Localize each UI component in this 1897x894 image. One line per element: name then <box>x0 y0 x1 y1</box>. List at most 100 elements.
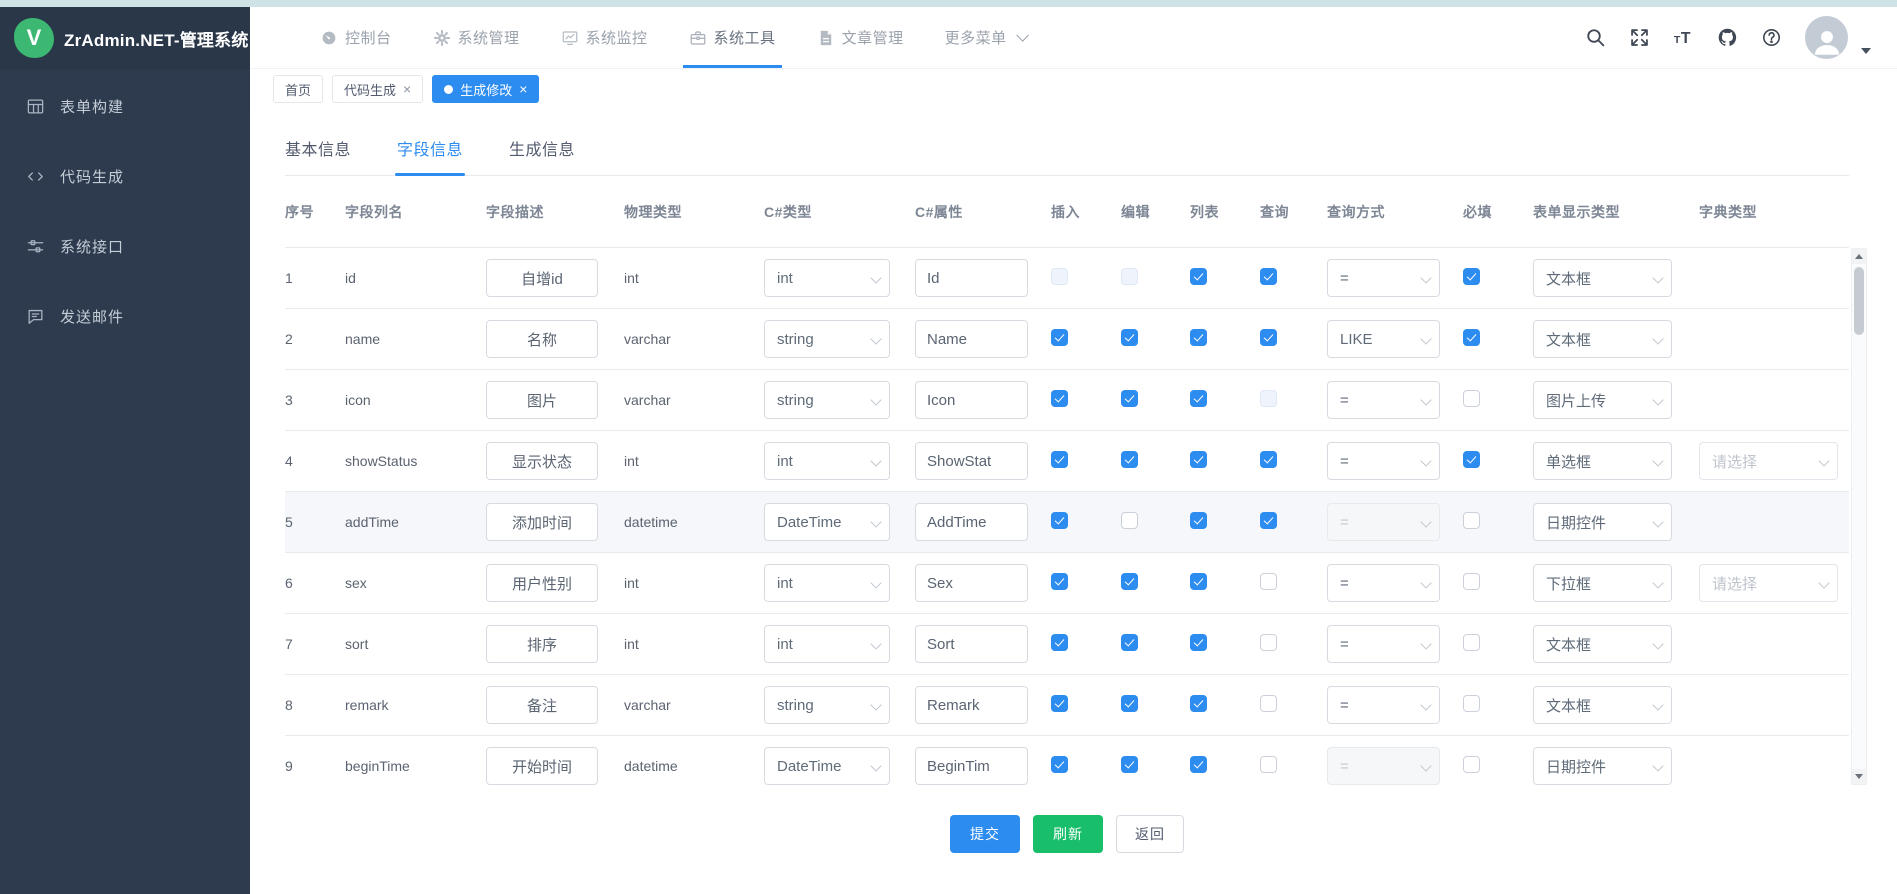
topnav-item-dashboard[interactable]: 控制台 <box>320 7 392 68</box>
query-mode-select[interactable]: = <box>1327 686 1440 724</box>
required-checkbox[interactable] <box>1463 634 1480 651</box>
fontsize-icon[interactable]: TT <box>1673 27 1694 48</box>
display-type-select[interactable]: 日期控件 <box>1533 747 1672 785</box>
list-checkbox[interactable] <box>1190 695 1207 712</box>
dict-type-select[interactable]: 请选择 <box>1699 564 1838 602</box>
list-checkbox[interactable] <box>1190 451 1207 468</box>
cs-property-input[interactable] <box>915 503 1028 541</box>
list-checkbox[interactable] <box>1190 512 1207 529</box>
edit-checkbox[interactable] <box>1121 329 1138 346</box>
field-desc-input[interactable] <box>486 381 598 419</box>
list-checkbox[interactable] <box>1190 756 1207 773</box>
field-desc-input[interactable] <box>486 259 598 297</box>
cs-type-select[interactable]: int <box>764 625 890 663</box>
required-checkbox[interactable] <box>1463 329 1480 346</box>
cs-property-input[interactable] <box>915 625 1028 663</box>
github-icon[interactable] <box>1717 27 1738 48</box>
cs-property-input[interactable] <box>915 564 1028 602</box>
display-type-select[interactable]: 文本框 <box>1533 320 1672 358</box>
tag-close-icon[interactable]: × <box>519 82 527 96</box>
tab-gen-info[interactable]: 生成信息 <box>509 136 575 175</box>
sidebar-item-form-builder[interactable]: 表单构建 <box>0 71 250 141</box>
field-desc-input[interactable] <box>486 442 598 480</box>
query-checkbox[interactable] <box>1260 573 1277 590</box>
topnav-item-system-manage[interactable]: 系统管理 <box>433 7 520 68</box>
insert-checkbox[interactable] <box>1051 695 1068 712</box>
tab-basic-info[interactable]: 基本信息 <box>285 136 351 175</box>
tag-close-icon[interactable]: × <box>403 82 411 96</box>
list-checkbox[interactable] <box>1190 634 1207 651</box>
required-checkbox[interactable] <box>1463 451 1480 468</box>
required-checkbox[interactable] <box>1463 512 1480 529</box>
sidebar-item-send-mail[interactable]: 发送邮件 <box>0 281 250 351</box>
topnav-item-system-tools[interactable]: 系统工具 <box>689 7 776 68</box>
cs-type-select[interactable]: string <box>764 320 890 358</box>
avatar-dropdown-caret[interactable] <box>1861 48 1871 54</box>
scroll-down-button[interactable] <box>1852 769 1866 784</box>
query-checkbox[interactable] <box>1260 634 1277 651</box>
edit-checkbox[interactable] <box>1121 634 1138 651</box>
cs-property-input[interactable] <box>915 259 1028 297</box>
back-button[interactable]: 返回 <box>1116 815 1184 853</box>
required-checkbox[interactable] <box>1463 268 1480 285</box>
display-type-select[interactable]: 图片上传 <box>1533 381 1672 419</box>
required-checkbox[interactable] <box>1463 573 1480 590</box>
cs-property-input[interactable] <box>915 381 1028 419</box>
display-type-select[interactable]: 日期控件 <box>1533 503 1672 541</box>
topnav-item-article-manage[interactable]: 文章管理 <box>817 7 904 68</box>
query-checkbox[interactable] <box>1260 268 1277 285</box>
cs-property-input[interactable] <box>915 686 1028 724</box>
table-scrollbar[interactable] <box>1851 248 1867 785</box>
sidebar-item-system-api[interactable]: 系统接口 <box>0 211 250 281</box>
topnav-item-system-monitor[interactable]: 系统监控 <box>561 7 648 68</box>
display-type-select[interactable]: 下拉框 <box>1533 564 1672 602</box>
display-type-select[interactable]: 文本框 <box>1533 259 1672 297</box>
edit-checkbox[interactable] <box>1121 451 1138 468</box>
query-mode-select[interactable]: = <box>1327 625 1440 663</box>
cs-type-select[interactable]: DateTime <box>764 747 890 785</box>
list-checkbox[interactable] <box>1190 573 1207 590</box>
query-mode-select[interactable]: = <box>1327 381 1440 419</box>
query-checkbox[interactable] <box>1260 451 1277 468</box>
required-checkbox[interactable] <box>1463 390 1480 407</box>
insert-checkbox[interactable] <box>1051 390 1068 407</box>
query-mode-select[interactable]: = <box>1327 259 1440 297</box>
required-checkbox[interactable] <box>1463 695 1480 712</box>
cs-type-select[interactable]: int <box>764 442 890 480</box>
tag-item[interactable]: 代码生成× <box>332 75 423 103</box>
display-type-select[interactable]: 单选框 <box>1533 442 1672 480</box>
insert-checkbox[interactable] <box>1051 512 1068 529</box>
cs-property-input[interactable] <box>915 747 1028 785</box>
query-checkbox[interactable] <box>1260 329 1277 346</box>
cs-property-input[interactable] <box>915 320 1028 358</box>
cs-type-select[interactable]: int <box>764 259 890 297</box>
list-checkbox[interactable] <box>1190 268 1207 285</box>
edit-checkbox[interactable] <box>1121 512 1138 529</box>
scroll-up-button[interactable] <box>1852 249 1866 264</box>
user-avatar[interactable] <box>1805 16 1848 59</box>
insert-checkbox[interactable] <box>1051 573 1068 590</box>
edit-checkbox[interactable] <box>1121 756 1138 773</box>
collapse-sidebar-icon[interactable] <box>274 26 298 50</box>
help-icon[interactable] <box>1761 27 1782 48</box>
sidebar-item-code-gen[interactable]: 代码生成 <box>0 141 250 211</box>
query-checkbox[interactable] <box>1260 695 1277 712</box>
display-type-select[interactable]: 文本框 <box>1533 686 1672 724</box>
refresh-button[interactable]: 刷新 <box>1033 815 1103 853</box>
list-checkbox[interactable] <box>1190 390 1207 407</box>
display-type-select[interactable]: 文本框 <box>1533 625 1672 663</box>
field-desc-input[interactable] <box>486 503 598 541</box>
edit-checkbox[interactable] <box>1121 573 1138 590</box>
tag-active[interactable]: 生成修改× <box>432 75 539 103</box>
insert-checkbox[interactable] <box>1051 756 1068 773</box>
field-desc-input[interactable] <box>486 625 598 663</box>
tab-field-info[interactable]: 字段信息 <box>397 136 463 175</box>
query-mode-select[interactable]: LIKE <box>1327 320 1440 358</box>
insert-checkbox[interactable] <box>1051 451 1068 468</box>
topnav-item-more-menu[interactable]: 更多菜单 <box>945 7 1025 68</box>
field-desc-input[interactable] <box>486 686 598 724</box>
field-desc-input[interactable] <box>486 747 598 785</box>
cs-type-select[interactable]: string <box>764 381 890 419</box>
dict-type-select[interactable]: 请选择 <box>1699 442 1838 480</box>
query-checkbox[interactable] <box>1260 756 1277 773</box>
